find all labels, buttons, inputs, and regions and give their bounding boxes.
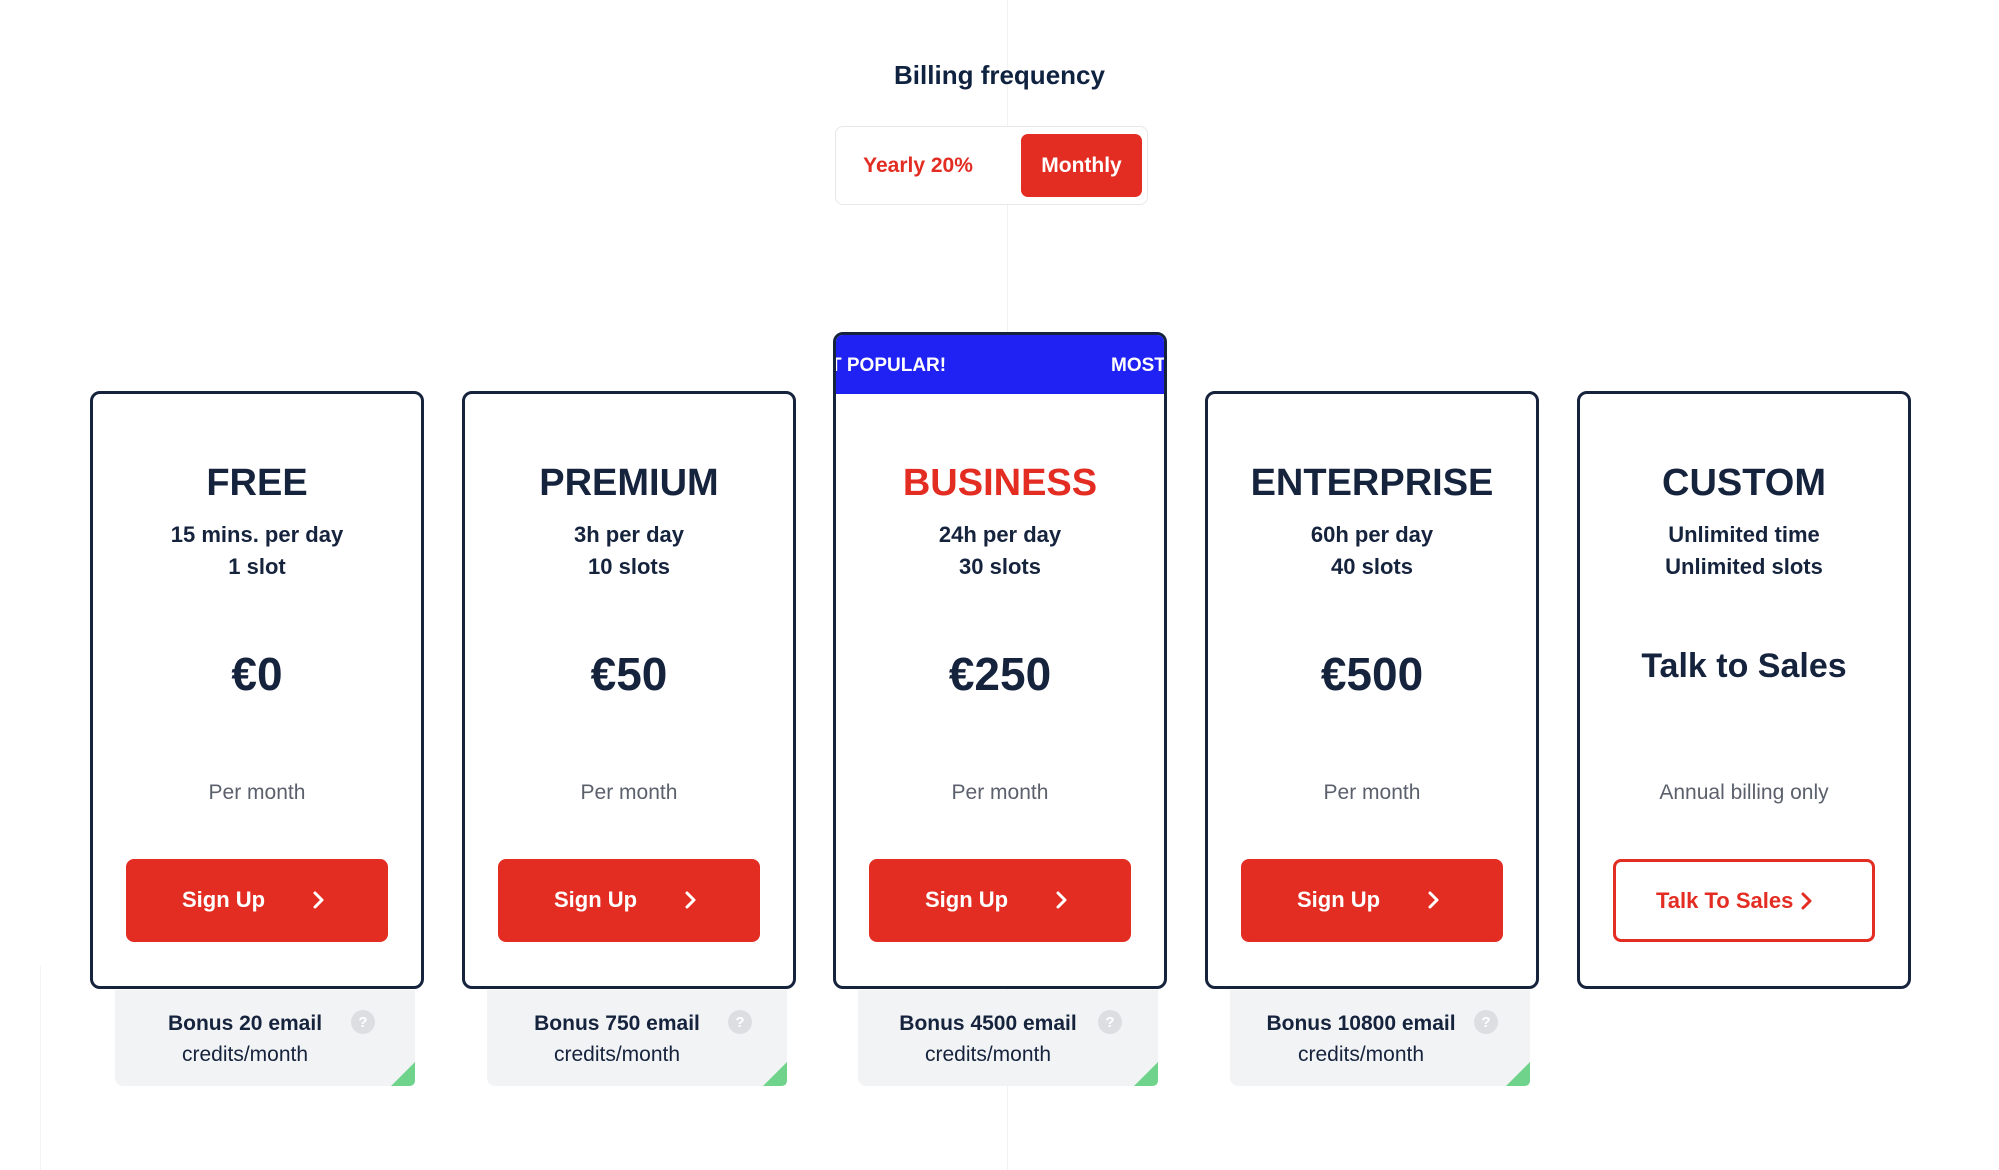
plan-slots: 40 slots [1331, 554, 1413, 579]
sign-up-button[interactable]: Sign Up [869, 859, 1131, 942]
button-label: Sign Up [925, 887, 1009, 912]
sign-up-button[interactable]: Sign Up [126, 859, 388, 942]
plan-time-limit: 60h per day [1310, 522, 1434, 547]
toggle-yearly-option[interactable]: Yearly 20% [840, 134, 996, 197]
sign-up-button[interactable]: Sign Up [1241, 859, 1503, 942]
background-guide-line [40, 965, 41, 1170]
bonus-credits-unit: credits/month [181, 1043, 309, 1066]
plan-period: Per month [1323, 781, 1421, 804]
plan-time-limit: 3h per day [573, 522, 685, 547]
question-mark-icon[interactable]: ? [1474, 1010, 1498, 1034]
chevron-right-icon [313, 891, 324, 909]
question-mark-icon[interactable]: ? [1098, 1010, 1122, 1034]
plan-name: BUSINESS [902, 462, 1098, 504]
toggle-monthly-option[interactable]: Monthly [1021, 134, 1142, 197]
plan-price: €250 [948, 648, 1052, 700]
billing-frequency-title: Billing frequency [894, 60, 1105, 90]
green-corner-icon [763, 1062, 787, 1086]
bonus-credits-unit: credits/month [924, 1043, 1052, 1066]
pricing-page: Billing frequency Yearly 20% Monthly FRE… [0, 0, 1999, 1170]
banner-text: T POPULAR! [833, 355, 947, 376]
most-popular-banner: T POPULAR! MOST [836, 335, 1164, 394]
plan-period: Annual billing only [1659, 781, 1829, 804]
green-corner-icon [391, 1062, 415, 1086]
question-mark-icon[interactable]: ? [728, 1010, 752, 1034]
plan-price: €500 [1320, 648, 1424, 700]
button-label: Sign Up [554, 887, 638, 912]
bonus-credits-amount: Bonus 10800 email [1266, 1012, 1456, 1035]
plan-time-limit: 15 mins. per day [170, 522, 344, 547]
plan-price: €50 [590, 648, 668, 700]
sign-up-button[interactable]: Sign Up [498, 859, 760, 942]
green-corner-icon [1134, 1062, 1158, 1086]
plan-card-custom: CUSTOM Unlimited time Unlimited slots Ta… [1577, 391, 1911, 989]
button-label: Sign Up [1297, 887, 1381, 912]
green-corner-icon [1506, 1062, 1530, 1086]
talk-to-sales-button[interactable]: Talk To Sales [1613, 859, 1875, 942]
banner-text: MOST [1111, 355, 1166, 376]
plan-time-limit: 24h per day [938, 522, 1062, 547]
bonus-panel: Bonus 4500 email credits/month ? [858, 990, 1158, 1086]
plan-slots: 30 slots [959, 554, 1041, 579]
question-mark-icon[interactable]: ? [351, 1010, 375, 1034]
plan-price: Talk to Sales [1641, 647, 1847, 685]
chevron-right-icon [1801, 892, 1812, 910]
plan-price: €0 [231, 648, 283, 700]
bonus-panel: Bonus 10800 email credits/month ? [1230, 990, 1530, 1086]
plan-slots: 1 slot [228, 554, 286, 579]
plan-card-enterprise: ENTERPRISE 60h per day 40 slots €500 Per… [1205, 391, 1539, 989]
bonus-credits-unit: credits/month [553, 1043, 681, 1066]
plan-name: ENTERPRISE [1250, 462, 1494, 504]
bonus-credits-amount: Bonus 750 email [534, 1012, 700, 1035]
plan-time-limit: Unlimited time [1668, 522, 1820, 547]
chevron-right-icon [1056, 891, 1067, 909]
plan-name: PREMIUM [539, 462, 719, 504]
plan-period: Per month [951, 781, 1049, 804]
plan-slots: Unlimited slots [1665, 554, 1823, 579]
button-label: Talk To Sales [1656, 888, 1794, 913]
plan-period: Per month [208, 781, 306, 804]
plan-period: Per month [580, 781, 678, 804]
plan-card-premium: PREMIUM 3h per day 10 slots €50 Per mont… [462, 391, 796, 989]
plan-name: FREE [206, 462, 308, 504]
bonus-panel: Bonus 20 email credits/month ? [115, 990, 415, 1086]
plan-card-business: T POPULAR! MOST BUSINESS 24h per day 30 … [833, 332, 1167, 989]
plan-slots: 10 slots [588, 554, 670, 579]
bonus-panel: Bonus 750 email credits/month ? [487, 990, 787, 1086]
plan-card-free: FREE 15 mins. per day 1 slot €0 Per mont… [90, 391, 424, 989]
plan-name: CUSTOM [1662, 462, 1826, 504]
bonus-credits-amount: Bonus 4500 email [899, 1012, 1077, 1035]
button-label: Sign Up [182, 887, 266, 912]
chevron-right-icon [1428, 891, 1439, 909]
bonus-credits-amount: Bonus 20 email [167, 1012, 323, 1035]
chevron-right-icon [685, 891, 696, 909]
billing-frequency-toggle: Yearly 20% Monthly [835, 126, 1148, 205]
bonus-credits-unit: credits/month [1297, 1043, 1425, 1066]
